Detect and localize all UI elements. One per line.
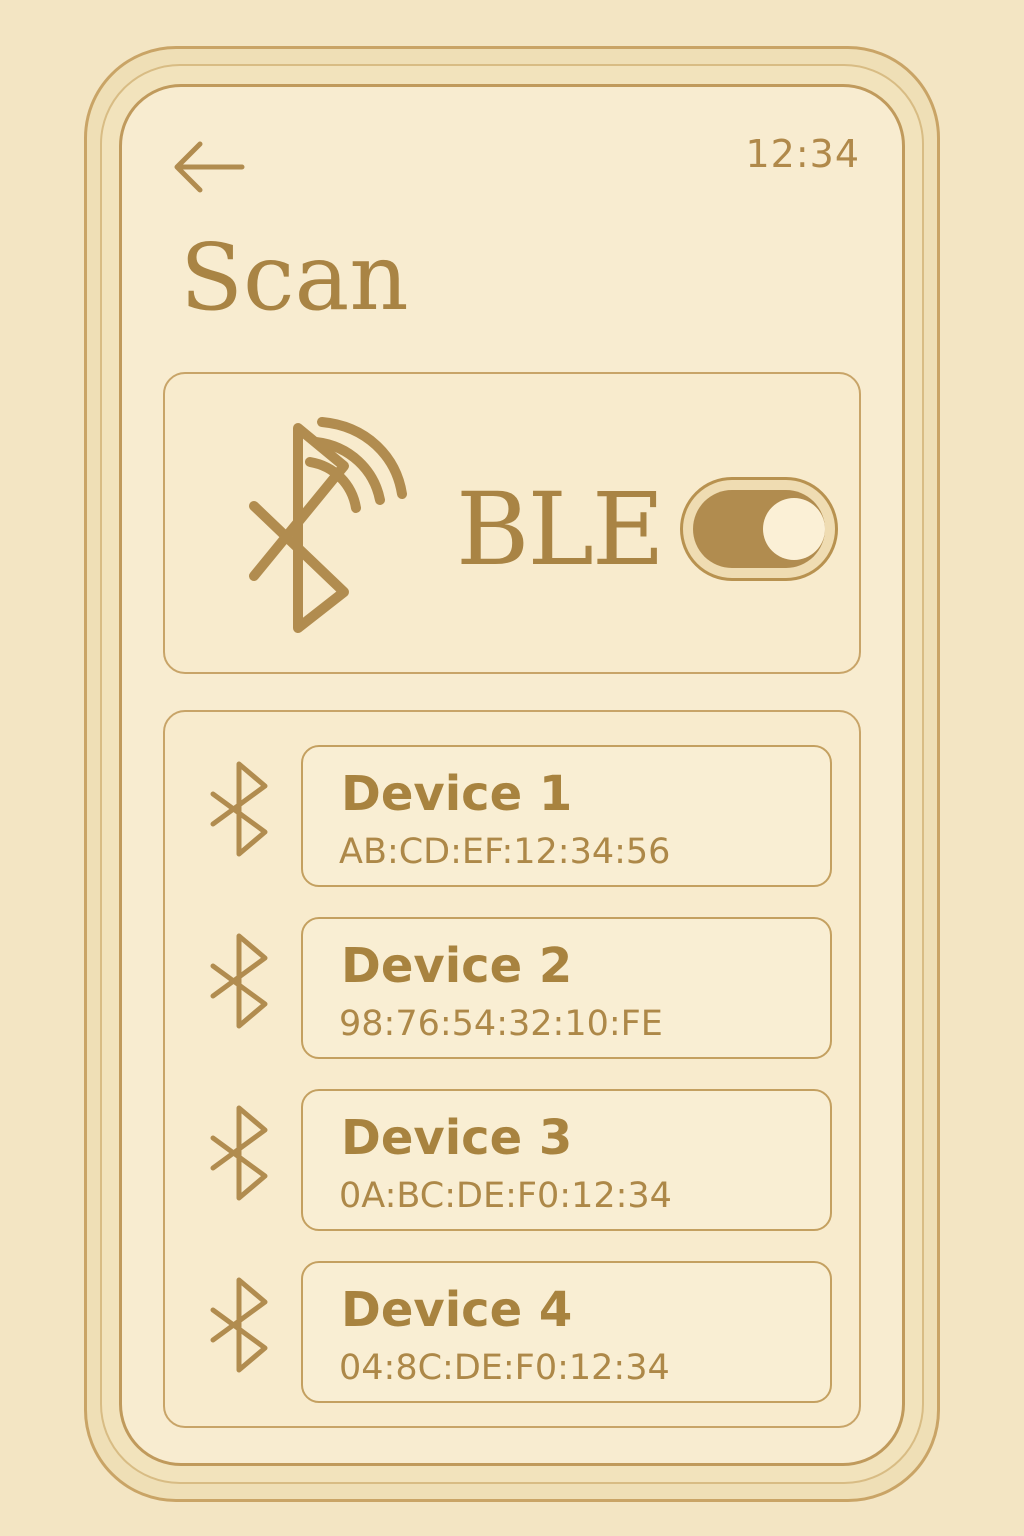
list-item[interactable]: Device 3 0A:BC:DE:F0:12:34 [301,1089,832,1231]
toggle-knob [763,498,825,560]
list-item[interactable]: Device 2 98:76:54:32:10:FE [301,917,832,1059]
device-name: Device 2 [341,938,573,994]
bluetooth-icon [210,1277,268,1373]
device-name: Device 1 [341,766,573,822]
status-time: 12:34 [745,132,860,176]
arrow-left-icon[interactable] [172,140,246,194]
bluetooth-signal-icon [249,417,407,633]
device-name: Device 4 [341,1282,573,1338]
page-title: Scan [180,224,409,331]
bluetooth-icon [210,1105,268,1201]
bluetooth-icon [210,933,268,1029]
device-mac-address: 0A:BC:DE:F0:12:34 [339,1176,672,1216]
device-mac-address: 04:8C:DE:F0:12:34 [339,1348,670,1388]
device-name: Device 3 [341,1110,573,1166]
bluetooth-icon [210,761,268,857]
list-item[interactable]: Device 1 AB:CD:EF:12:34:56 [301,745,832,887]
list-item[interactable]: Device 4 04:8C:DE:F0:12:34 [301,1261,832,1403]
device-mac-address: 98:76:54:32:10:FE [339,1004,663,1044]
ble-label: BLE [456,471,665,588]
ble-toggle-switch[interactable] [680,477,838,581]
device-mac-address: AB:CD:EF:12:34:56 [339,832,671,872]
toggle-track [693,490,825,568]
